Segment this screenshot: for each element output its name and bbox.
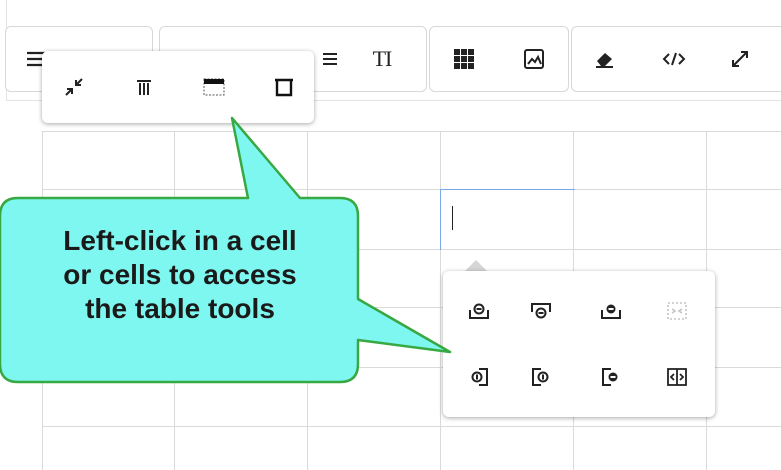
callout-line: the table tools — [85, 293, 275, 324]
callout-line: Left-click in a cell — [63, 225, 297, 256]
callout-text: Left-click in a cell or cells to access … — [4, 224, 356, 326]
callout-line: or cells to access — [63, 259, 297, 290]
editor-frame: TI Left-click in a cell or cells to acce… — [0, 0, 781, 470]
